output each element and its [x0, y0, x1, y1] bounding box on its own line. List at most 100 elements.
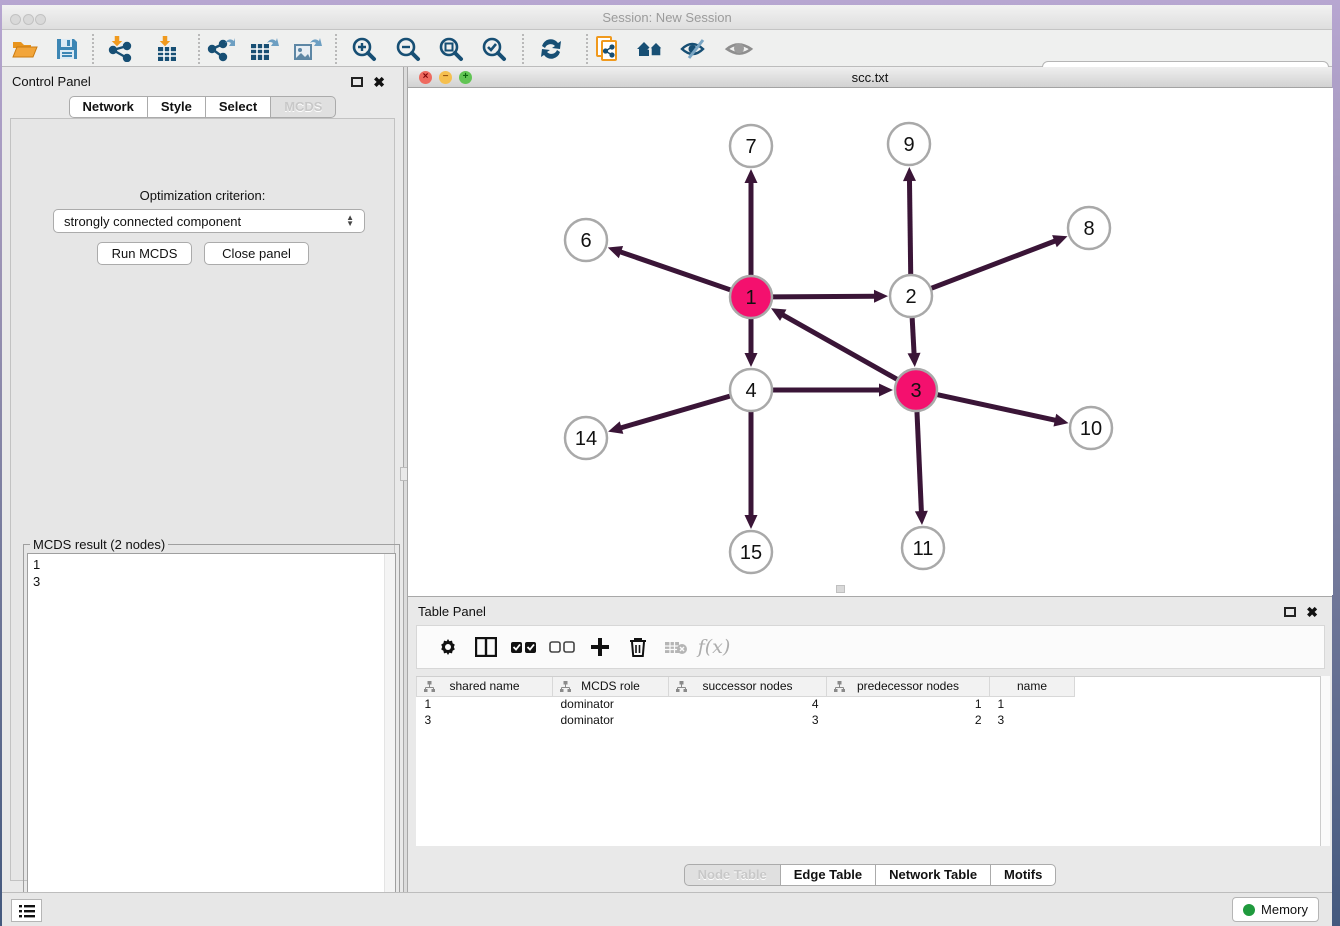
graph-node-9[interactable]: 9 [888, 123, 930, 165]
graph-edge-3-10[interactable] [937, 395, 1068, 427]
graph-edge-4-15[interactable] [745, 412, 758, 529]
graph-node-4[interactable]: 4 [730, 369, 772, 411]
mcds-result-text[interactable]: 13 [27, 553, 396, 924]
graph-node-11[interactable]: 11 [902, 527, 944, 569]
tab-network[interactable]: Network [69, 96, 148, 118]
graph-edge-1-2[interactable] [773, 290, 888, 303]
delete-table-icon[interactable] [657, 632, 695, 662]
table-cell[interactable]: dominator [553, 696, 669, 712]
zoom-in-icon[interactable] [347, 35, 381, 63]
graph-node-8[interactable]: 8 [1068, 207, 1110, 249]
tab-network-table[interactable]: Network Table [876, 864, 991, 886]
apply-layout-icon[interactable] [534, 35, 568, 63]
graph-edge-2-3[interactable] [908, 318, 921, 367]
delete-trash-icon[interactable] [619, 632, 657, 662]
column-header-name[interactable]: name [990, 677, 1075, 696]
show-panels-eye-icon[interactable] [722, 35, 756, 63]
graph-edge-3-1[interactable] [771, 308, 897, 379]
tab-mcds[interactable]: MCDS [271, 96, 336, 118]
graph-node-2[interactable]: 2 [890, 275, 932, 317]
control-panel-title: Control Panel [12, 74, 91, 89]
tab-edge-table[interactable]: Edge Table [781, 864, 876, 886]
svg-text:11: 11 [913, 538, 934, 560]
graph-edge-4-14[interactable] [608, 396, 730, 434]
float-panel-icon[interactable] [351, 77, 363, 87]
table-cell[interactable]: 1 [417, 696, 553, 712]
mcds-result-line: 3 [33, 573, 395, 590]
home-icon[interactable] [634, 35, 668, 63]
deselect-all-icon[interactable] [543, 632, 581, 662]
table-cell[interactable]: 2 [827, 712, 990, 728]
graph-edge-2-9[interactable] [903, 167, 916, 274]
network-view-title: scc.txt [408, 70, 1332, 85]
network-canvas[interactable]: 7 9 6 8 1 2 4 3 14 10 15 11 [408, 88, 1333, 595]
svg-text:1: 1 [745, 287, 756, 309]
column-header-predecessor-nodes[interactable]: predecessor nodes [827, 677, 990, 696]
svg-text:9: 9 [903, 134, 914, 156]
column-header-shared-name[interactable]: shared name [417, 677, 553, 696]
graph-edge-4-3[interactable] [773, 384, 893, 397]
table-cell[interactable]: 1 [827, 696, 990, 712]
task-history-button[interactable] [11, 899, 42, 922]
select-all-icon[interactable] [505, 632, 543, 662]
table-settings-gear-icon[interactable] [429, 632, 467, 662]
tab-node-table[interactable]: Node Table [684, 864, 781, 886]
close-panel-button[interactable]: Close panel [204, 242, 309, 265]
graph-edge-2-8[interactable] [932, 235, 1068, 288]
table-cell[interactable]: 3 [417, 712, 553, 728]
float-table-panel-icon[interactable] [1284, 607, 1296, 617]
graph-node-3[interactable]: 3 [895, 369, 937, 411]
export-image-icon[interactable] [290, 35, 324, 63]
canvas-scroll-grip[interactable] [836, 585, 845, 593]
graph-node-1[interactable]: 1 [730, 276, 772, 318]
column-header-MCDS-role[interactable]: MCDS role [553, 677, 669, 696]
add-column-plus-icon[interactable] [581, 632, 619, 662]
graph-edge-1-4[interactable] [745, 319, 758, 367]
hide-panels-eye-icon[interactable] [677, 35, 711, 63]
graph-edge-1-6[interactable] [608, 246, 730, 290]
run-mcds-button[interactable]: Run MCDS [97, 242, 192, 265]
table-row[interactable]: 3dominator323 [417, 712, 1075, 728]
mcds-result-line: 1 [33, 556, 395, 573]
network-graph[interactable]: 7 9 6 8 1 2 4 3 14 10 15 11 [408, 88, 1333, 595]
optimization-criterion-select[interactable]: strongly connected component ▲▼ [53, 209, 365, 233]
save-session-icon[interactable] [50, 35, 84, 63]
table-row[interactable]: 1dominator411 [417, 696, 1075, 712]
scrollbar[interactable] [384, 554, 395, 923]
close-panel-icon[interactable]: ✖ [373, 74, 385, 91]
table-cell[interactable]: 1 [990, 696, 1075, 712]
graph-node-14[interactable]: 14 [565, 417, 607, 459]
table-cell[interactable]: 3 [990, 712, 1075, 728]
graph-edge-1-7[interactable] [745, 169, 758, 275]
graph-node-7[interactable]: 7 [730, 125, 772, 167]
zoom-selected-icon[interactable] [477, 35, 511, 63]
table-scrollbar[interactable] [1320, 676, 1330, 846]
import-table-icon[interactable] [150, 35, 184, 63]
memory-button[interactable]: Memory [1232, 897, 1319, 922]
zoom-fit-icon[interactable] [434, 35, 468, 63]
namespace-tree-icon [424, 681, 435, 692]
import-network-icon[interactable] [103, 35, 137, 63]
tab-motifs[interactable]: Motifs [991, 864, 1056, 886]
column-view-icon[interactable] [467, 632, 505, 662]
table-cell[interactable]: 4 [669, 696, 827, 712]
function-builder-icon[interactable]: f(x) [695, 632, 733, 662]
tab-style[interactable]: Style [148, 96, 206, 118]
table-toolbar: f(x) [416, 625, 1325, 669]
graph-node-6[interactable]: 6 [565, 219, 607, 261]
export-network-icon[interactable] [204, 35, 238, 63]
export-table-icon[interactable] [247, 35, 281, 63]
graph-node-15[interactable]: 15 [730, 531, 772, 573]
close-table-panel-icon[interactable]: ✖ [1306, 604, 1318, 621]
zoom-out-icon[interactable] [391, 35, 425, 63]
svg-text:7: 7 [745, 136, 756, 158]
column-header-successor-nodes[interactable]: successor nodes [669, 677, 827, 696]
table-cell[interactable]: dominator [553, 712, 669, 728]
clone-network-icon[interactable] [591, 35, 625, 63]
toolbar-separator [335, 34, 337, 64]
tab-select[interactable]: Select [206, 96, 271, 118]
open-session-icon[interactable] [8, 35, 42, 63]
table-cell[interactable]: 3 [669, 712, 827, 728]
graph-edge-3-11[interactable] [915, 412, 928, 525]
graph-node-10[interactable]: 10 [1070, 407, 1112, 449]
